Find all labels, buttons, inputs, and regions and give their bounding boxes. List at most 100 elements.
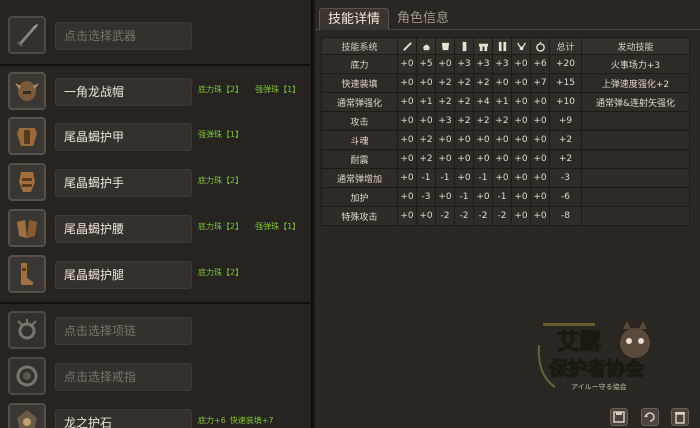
logo-line2: 保护者协会 bbox=[548, 357, 644, 380]
equip-name[interactable]: 一角龙战帽 bbox=[55, 78, 192, 106]
skill-value: +2 bbox=[435, 73, 455, 93]
equip-slot-head[interactable]: 一角龙战帽 底力珠【2】 强弹珠【1】 bbox=[0, 70, 313, 114]
logo-sub: アイルー守る協会 bbox=[571, 382, 627, 391]
refresh-icon bbox=[644, 412, 655, 422]
tab-character-info[interactable]: 角色信息 bbox=[389, 8, 457, 30]
logo-line1: 艾露 bbox=[557, 330, 602, 355]
chest-icon-box[interactable] bbox=[8, 117, 46, 155]
skill-value: -2 bbox=[473, 206, 493, 226]
skill-total: +9 bbox=[549, 111, 582, 131]
legs-icon-box[interactable] bbox=[8, 255, 46, 293]
skill-value: +0 bbox=[511, 111, 531, 131]
skill-value: +1 bbox=[492, 92, 512, 112]
skill-value: +0 bbox=[492, 130, 512, 150]
necklace-icon bbox=[17, 319, 37, 340]
col-header-skill: 技能系统 bbox=[321, 37, 398, 55]
equip-slot-legs[interactable]: 尾晶蝎护腿 底力珠【2】 bbox=[0, 253, 313, 297]
arms-icon-box[interactable] bbox=[8, 163, 46, 201]
charm-slot[interactable]: 龙之护石 底力+6 快速装填+7 bbox=[0, 401, 313, 428]
ring-icon-box[interactable] bbox=[8, 357, 46, 395]
skill-value: +0 bbox=[397, 168, 417, 188]
jewel-list: 底力+6 快速装填+7 bbox=[198, 415, 286, 426]
jewel-list: 底力珠【2】 bbox=[198, 175, 255, 186]
necklace-slot[interactable]: 点击选择项链 bbox=[0, 309, 313, 353]
jewel-label: 底力珠【2】 bbox=[198, 268, 244, 277]
jewel-list: 底力珠【2】 强弹珠【1】 bbox=[198, 84, 312, 95]
jewel-list: 底力珠【2】 强弹珠【1】 bbox=[198, 221, 312, 232]
charm-icon bbox=[17, 410, 37, 428]
jewel-label: 快速装填+7 bbox=[229, 416, 274, 425]
skill-value: +2 bbox=[454, 92, 474, 112]
skill-value: +0 bbox=[435, 54, 455, 74]
ring-select[interactable]: 点击选择戒指 bbox=[55, 363, 192, 391]
helmet-icon bbox=[15, 81, 39, 101]
skill-name: 底力 bbox=[321, 54, 398, 74]
skill-name: 快速装填 bbox=[321, 73, 398, 93]
necklace-icon-box[interactable] bbox=[8, 311, 46, 349]
skill-value: +0 bbox=[530, 92, 550, 112]
jewel-label: 底力珠【2】 bbox=[198, 85, 244, 94]
weapon-select[interactable]: 点击选择武器 bbox=[55, 22, 192, 50]
equip-name[interactable]: 尾晶蝎护手 bbox=[55, 169, 192, 197]
skill-value: +3 bbox=[454, 54, 474, 74]
waist-icon-box[interactable] bbox=[8, 209, 46, 247]
skill-value: +2 bbox=[435, 92, 455, 112]
skill-table: 技能系统 总计 发动技能 底力 +0 +5 +0 +3 +3 +3 +0 +6 +20 火事场力+3… bbox=[321, 37, 690, 226]
skill-value: +0 bbox=[511, 149, 531, 169]
skill-value: +0 bbox=[492, 168, 512, 188]
weapon-icon bbox=[402, 41, 412, 51]
skill-total: +2 bbox=[549, 130, 582, 150]
charm-icon-box[interactable] bbox=[8, 403, 46, 428]
delete-button[interactable] bbox=[671, 408, 689, 426]
skill-value: +0 bbox=[435, 149, 455, 169]
arms-icon bbox=[462, 41, 466, 51]
skill-value: +3 bbox=[435, 111, 455, 131]
skill-value: +0 bbox=[511, 206, 531, 226]
weapon-slot[interactable]: 点击选择武器 bbox=[0, 14, 313, 58]
table-row: 攻击 +0 +0 +3 +2 +2 +2 +0 +0 +9 bbox=[321, 111, 690, 131]
chest-icon bbox=[441, 42, 449, 50]
table-row: 特殊攻击 +0 +0 -2 -2 -2 -2 +0 +0 -8 bbox=[321, 206, 690, 226]
equip-slot-chest[interactable]: 尾晶蝎护甲 强弹珠【1】 bbox=[0, 115, 313, 159]
skill-name: 耐震 bbox=[321, 149, 398, 169]
equip-slot-waist[interactable]: 尾晶蝎护腰 底力珠【2】 强弹珠【1】 bbox=[0, 207, 313, 251]
save-button[interactable] bbox=[610, 408, 628, 426]
skill-value: +0 bbox=[397, 130, 417, 150]
skill-value: +0 bbox=[511, 187, 531, 207]
skill-value: +0 bbox=[397, 111, 417, 131]
necklace-select[interactable]: 点击选择项链 bbox=[55, 317, 192, 345]
skill-value: +0 bbox=[416, 111, 436, 131]
jewel-label: 底力珠【2】 bbox=[198, 222, 244, 231]
jewel-label: 强弹珠【1】 bbox=[255, 222, 301, 231]
helmet-icon-box[interactable] bbox=[8, 72, 46, 110]
skill-value: -1 bbox=[454, 187, 474, 207]
skill-value: +0 bbox=[492, 149, 512, 169]
skill-value: +0 bbox=[435, 187, 455, 207]
equip-name[interactable]: 龙之护石 bbox=[55, 409, 192, 428]
ring-slot[interactable]: 点击选择戒指 bbox=[0, 355, 313, 399]
skill-value: -1 bbox=[492, 187, 512, 207]
equip-name[interactable]: 尾晶蝎护腰 bbox=[55, 215, 192, 243]
waist-icon bbox=[478, 43, 488, 51]
col-weapon-icon bbox=[397, 37, 417, 55]
skill-total: -8 bbox=[549, 206, 582, 226]
skill-name: 通常弹强化 bbox=[321, 92, 398, 112]
arms-icon bbox=[19, 172, 35, 192]
skill-value: +2 bbox=[454, 73, 474, 93]
skill-value: +0 bbox=[397, 73, 417, 93]
skill-value: +2 bbox=[473, 73, 493, 93]
equip-name[interactable]: 尾晶蝎护甲 bbox=[55, 123, 192, 151]
jewel-label: 底力+6 bbox=[198, 416, 226, 425]
refresh-button[interactable] bbox=[641, 408, 659, 426]
skill-value: +2 bbox=[454, 111, 474, 131]
equip-slot-arms[interactable]: 尾晶蝎护手 底力珠【2】 bbox=[0, 161, 313, 205]
equip-name[interactable]: 尾晶蝎护腿 bbox=[55, 261, 192, 289]
skill-value: +0 bbox=[416, 206, 436, 226]
col-necklace-icon bbox=[511, 37, 531, 55]
tab-skill-detail[interactable]: 技能详情 bbox=[319, 8, 390, 30]
skill-total: +15 bbox=[549, 73, 582, 93]
helmet-icon bbox=[422, 44, 430, 50]
skill-value: +0 bbox=[454, 149, 474, 169]
weapon-icon-box[interactable] bbox=[8, 16, 46, 54]
skill-value: -2 bbox=[454, 206, 474, 226]
